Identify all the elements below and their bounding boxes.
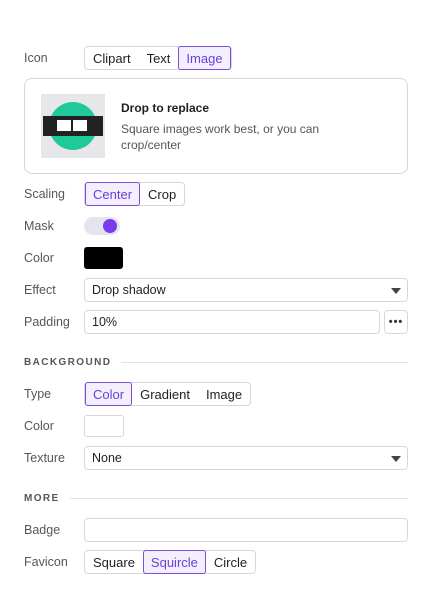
- bg-type-option-gradient[interactable]: Gradient: [132, 382, 198, 406]
- favicon-option-circle[interactable]: Circle: [206, 550, 255, 574]
- more-horizontal-icon: •••: [388, 316, 404, 328]
- favicon-option-square[interactable]: Square: [85, 550, 143, 574]
- padding-label: Padding: [24, 315, 70, 329]
- texture-label: Texture: [24, 451, 65, 465]
- badge-label: Badge: [24, 523, 61, 537]
- more-section-title: MORE: [24, 492, 60, 504]
- toggle-knob: [103, 219, 117, 233]
- scaling-row: Scaling Center Crop: [24, 182, 408, 206]
- padding-row: Padding 10%: [24, 310, 408, 334]
- padding-value: 10%: [92, 315, 118, 329]
- chevron-down-icon: [391, 288, 401, 294]
- badge-row: Badge: [24, 518, 408, 542]
- icon-label: Icon: [24, 51, 48, 65]
- chevron-down-icon: [391, 456, 401, 462]
- favicon-label: Favicon: [24, 555, 68, 569]
- section-divider: [121, 361, 408, 363]
- bg-color-label: Color: [24, 419, 54, 433]
- bg-color-swatch[interactable]: [84, 415, 124, 437]
- effect-value: Drop shadow: [92, 283, 166, 297]
- bg-type-segmented: Color Gradient Image: [84, 382, 252, 406]
- icon-color-swatch[interactable]: [84, 247, 123, 269]
- background-section-title: BACKGROUND: [24, 356, 112, 368]
- image-dropzone[interactable]: Drop to replace Square images work best,…: [24, 78, 408, 174]
- bg-type-row: Type Color Gradient Image: [24, 382, 408, 406]
- favicon-row: Favicon Square Squircle Circle: [24, 550, 408, 574]
- effect-select[interactable]: Drop shadow: [84, 278, 408, 302]
- texture-value: None: [92, 451, 122, 465]
- image-preview-icon: [41, 94, 105, 158]
- texture-row: Texture None: [24, 446, 408, 470]
- bg-color-row: Color: [24, 414, 408, 438]
- dropzone-subtitle: Square images work best, or you can crop…: [121, 122, 320, 152]
- scaling-option-crop[interactable]: Crop: [140, 182, 184, 206]
- badge-input[interactable]: [84, 518, 408, 542]
- mask-row: Mask: [24, 214, 408, 238]
- bg-type-option-image[interactable]: Image: [198, 382, 250, 406]
- scaling-label: Scaling: [24, 187, 65, 201]
- mask-toggle[interactable]: [84, 217, 120, 235]
- favicon-segmented: Square Squircle Circle: [84, 550, 257, 574]
- more-section-header: MORE: [24, 491, 408, 505]
- padding-more-button[interactable]: •••: [384, 310, 408, 334]
- background-section-header: BACKGROUND: [24, 355, 408, 369]
- color-label: Color: [24, 251, 54, 265]
- texture-select[interactable]: None: [84, 446, 408, 470]
- icon-option-image[interactable]: Image: [178, 46, 231, 70]
- bg-type-label: Type: [24, 387, 52, 401]
- icon-option-clipart[interactable]: Clipart: [85, 46, 139, 70]
- image-thumbnail: [41, 94, 105, 158]
- color-row: Color: [24, 246, 408, 270]
- icon-type-segmented: Clipart Text Image: [84, 46, 232, 70]
- section-divider: [69, 497, 408, 499]
- effect-label: Effect: [24, 283, 56, 297]
- dropzone-title: Drop to replace: [121, 101, 210, 115]
- favicon-option-squircle[interactable]: Squircle: [142, 550, 206, 574]
- padding-input[interactable]: 10%: [84, 310, 380, 334]
- scaling-option-center[interactable]: Center: [85, 182, 141, 206]
- icon-row: Icon Clipart Text Image: [24, 46, 408, 70]
- icon-option-text[interactable]: Text: [139, 46, 179, 70]
- scaling-segmented: Center Crop: [84, 182, 186, 206]
- effect-row: Effect Drop shadow: [24, 278, 408, 302]
- bg-type-option-color[interactable]: Color: [85, 382, 133, 406]
- mask-label: Mask: [24, 219, 54, 233]
